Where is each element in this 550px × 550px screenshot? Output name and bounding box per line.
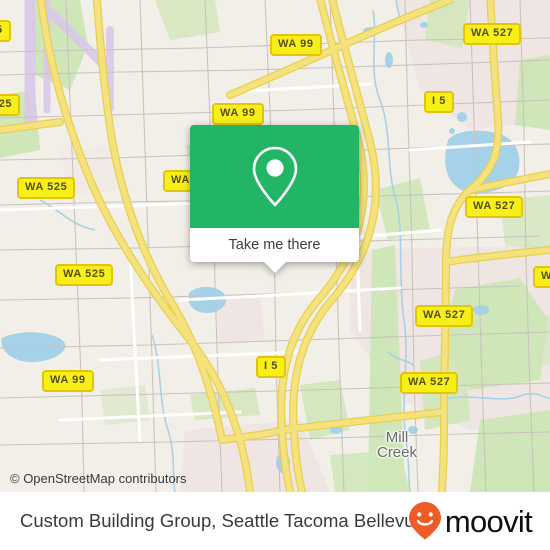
- moovit-smiley-pin-icon: [408, 502, 441, 540]
- shield-wa-527-mid[interactable]: WA 527: [465, 196, 524, 218]
- shield-wa-527-top[interactable]: WA 527: [463, 23, 522, 45]
- bottom-info-bar: Custom Building Group, Seattle Tacoma Be…: [0, 492, 550, 550]
- popup-tail-pointer: [263, 262, 286, 273]
- map-pin-icon: [252, 146, 297, 206]
- shield-i-5-upper[interactable]: I 5: [424, 91, 455, 113]
- shield-wa-99-upper[interactable]: WA 99: [212, 103, 264, 125]
- popup-action-bar[interactable]: Take me there: [190, 228, 359, 273]
- map-screen: 5 WA 99 WA 527 525 WA 99 I 5 WA 525 WA W…: [0, 0, 550, 550]
- shield-w-clipped-right[interactable]: W: [533, 266, 550, 288]
- osm-attribution: © OpenStreetMap contributors: [10, 471, 187, 486]
- shield-wa-525-mid[interactable]: WA 525: [17, 177, 76, 199]
- shield-wa-527-bottom[interactable]: WA 527: [400, 372, 459, 394]
- moovit-wordmark: moovit: [444, 503, 533, 539]
- location-title: Custom Building Group, Seattle Tacoma Be…: [20, 510, 425, 531]
- shield-5-clipped[interactable]: 5: [0, 20, 11, 42]
- shield-wa-99-lower[interactable]: WA 99: [42, 370, 94, 392]
- shield-wa-99-top[interactable]: WA 99: [270, 34, 322, 56]
- moovit-brand[interactable]: moovit: [408, 501, 533, 541]
- shield-i-5-lower[interactable]: I 5: [256, 356, 287, 378]
- shield-wa-527-lower[interactable]: WA 527: [415, 305, 474, 327]
- popup-pin-panel: [190, 125, 359, 228]
- shield-525-clipped[interactable]: 525: [0, 94, 21, 116]
- take-me-there-label: Take me there: [228, 237, 321, 253]
- shield-wa-525-lower[interactable]: WA 525: [55, 264, 114, 286]
- location-popup-card[interactable]: Take me there: [190, 125, 359, 273]
